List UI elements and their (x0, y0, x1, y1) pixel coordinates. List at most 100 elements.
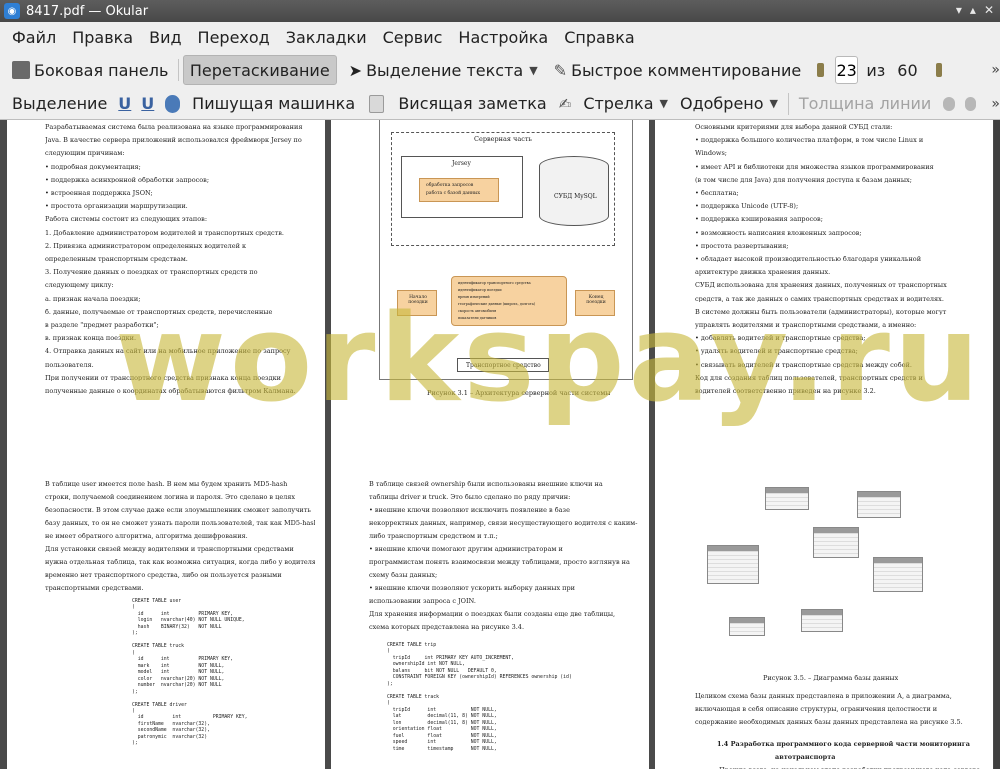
more-annotations-icon[interactable]: » (991, 96, 1000, 112)
text-selection-button[interactable]: ➤ Выделение текста ▼ (343, 55, 544, 85)
page-23: CREATE TABLE user ( id int PRIMARY KEY, … (7, 453, 325, 769)
chevron-down-icon[interactable]: ▼ (529, 64, 537, 77)
text-line: архитектуре движка хранения данных. (695, 269, 831, 276)
text-line: водителей соответственно приведен на рис… (695, 388, 876, 395)
db-table-box (707, 545, 759, 584)
text-line: Java. В качестве сервера приложений испо… (45, 137, 302, 144)
sql-code-trip-track: CREATE TABLE trip ( tripId int PRIMARY K… (387, 643, 572, 752)
text-line: таблицы driver и truck. Это было сделано… (369, 494, 571, 501)
text-line: • простота организации маршрутизации. (45, 203, 188, 210)
text-line: Работа системы состоит из следующих этап… (45, 216, 208, 223)
arrow-tool-icon[interactable]: ✍ (559, 95, 572, 113)
text-line: Для установки связей между водителями и … (45, 546, 294, 553)
drag-mode-label: Перетаскивание (189, 60, 330, 80)
text-line: полученные данные о координатах обрабаты… (45, 388, 296, 395)
maximize-icon[interactable]: ▴ (970, 3, 976, 17)
stamp-label: Одобрено (679, 94, 764, 113)
vehicle-label: Транспортное средство (466, 362, 541, 369)
db-table-row (814, 553, 858, 557)
highlight-button[interactable]: Выделение (6, 89, 113, 119)
page-number-input[interactable]: 23 (834, 56, 859, 84)
text-line: в. признак конца поездки. (45, 335, 137, 342)
text-line: В системе должны быть пользователи (адми… (695, 308, 947, 316)
text-line: следующим причинам: (45, 150, 125, 157)
pen-icon: ✎ (553, 60, 568, 80)
text-line: • внешние ключи позволяют ускорить выбор… (369, 585, 576, 592)
text-line: программистам понять взаимосвязи между т… (369, 559, 630, 566)
vertical-scrollbar[interactable] (994, 120, 1000, 769)
text-line: 3. Получение данных о поездках от трансп… (45, 269, 258, 276)
color-icon[interactable] (943, 96, 955, 111)
menu-bookmarks[interactable]: Закладки (278, 28, 375, 47)
document-view[interactable]: Разрабатываемая система была реализована… (0, 120, 1000, 769)
text-line: При получении от транспортного средства … (45, 374, 281, 382)
underline-icon[interactable]: U (118, 94, 131, 113)
text-line: • удалять водителей и транспортные средс… (695, 348, 858, 355)
menu-edit[interactable]: Правка (64, 28, 141, 47)
squiggly-underline-icon[interactable]: U (141, 94, 154, 113)
db-table-box (857, 491, 901, 518)
db-table-row (730, 631, 764, 635)
end-trip-label: Конец поездки (586, 295, 606, 305)
figure-3-1-caption: Рисунок 3.1 – Архитектура серверной част… (427, 390, 611, 397)
trip-data-item-2: идентификатор поездки (458, 288, 502, 292)
mysql-label: СУБД MySQL (554, 193, 597, 200)
sql-code-user-truck-driver: CREATE TABLE user ( id int PRIMARY KEY, … (132, 599, 248, 747)
text-line: Код для создания таблиц пользователей, т… (695, 374, 923, 382)
stamp-dropdown-icon[interactable]: ▼ (770, 97, 778, 110)
menu-view[interactable]: Вид (141, 28, 189, 47)
db-table-row (802, 627, 842, 631)
text-line: • возможность написания вложенных запрос… (695, 229, 862, 237)
section-heading-cont: автотранспорта (775, 754, 836, 761)
next-page-icon[interactable] (935, 63, 943, 77)
of-pages-label: из (866, 60, 886, 80)
arrow-dropdown-icon[interactable]: ▼ (660, 97, 668, 110)
opacity-icon[interactable] (964, 96, 977, 111)
more-options-icon[interactable]: » (991, 62, 1000, 78)
text-line: • поддержка большого количества платформ… (695, 137, 924, 144)
text-line: строки, получаемой соединением логина и … (45, 494, 296, 501)
start-trip-label: Начало поездки (408, 295, 428, 305)
text-line: не имеет обратного алгоритма, алгоритма … (45, 533, 248, 540)
trip-data-item-5: скорость автомобиля (458, 309, 497, 313)
menu-help[interactable]: Справка (556, 28, 643, 47)
note-icon[interactable] (369, 94, 385, 113)
okular-app-icon: ◉ (4, 3, 20, 19)
sticky-note-button[interactable]: Висящая заметка (392, 89, 552, 119)
line-width-button[interactable]: Толщина линии (793, 89, 938, 119)
text-line: Основными критериями для выбора данной С… (695, 124, 893, 131)
previous-page-icon[interactable] (817, 63, 824, 77)
quick-comment-button[interactable]: ✎ Быстрое комментирование (548, 55, 808, 85)
sidebar-button[interactable]: Боковая панель (6, 55, 174, 85)
stamp-button[interactable]: Одобрено ▼ (674, 89, 784, 119)
strikeout-icon[interactable] (165, 94, 181, 113)
arrow-button[interactable]: Стрелка ▼ (577, 89, 674, 119)
menu-settings[interactable]: Настройка (450, 28, 556, 47)
db-table-box (729, 617, 765, 636)
server-part-label: Серверная часть (474, 135, 532, 143)
sidebar-icon (12, 61, 30, 79)
drag-mode-button[interactable]: Перетаскивание (182, 55, 337, 85)
trip-data-item-1: идентификатор транспортного средства (458, 281, 531, 285)
text-line: • бесплатна; (695, 190, 739, 197)
text-line: (в том числе для Java) для получения дос… (695, 176, 912, 184)
text-line: включающая в себя описание структуры, ог… (695, 706, 938, 713)
typewriter-button[interactable]: Пишущая машинка (186, 89, 361, 119)
total-pages-label: 60 (897, 60, 918, 80)
mysql-cylinder: СУБД MySQL (539, 156, 609, 226)
minimize-icon[interactable]: ▾ (956, 3, 962, 17)
menu-go[interactable]: Переход (190, 28, 278, 47)
menu-file[interactable]: Файл (4, 28, 64, 47)
window-controls: ▾ ▴ ✕ (956, 3, 994, 17)
menu-tools[interactable]: Сервис (375, 28, 451, 47)
jersey-tasks-box: обработка запросов работа с базой данных (419, 178, 499, 202)
title-bar: ◉ 8417.pdf — Okular ▾ ▴ ✕ (0, 0, 1000, 22)
text-line: 1. Добавление администратором водителей … (45, 229, 284, 237)
db-table-row (874, 587, 922, 591)
text-line: пользователя. (45, 361, 94, 369)
text-line: безопасности. В этом случае даже если зл… (45, 507, 311, 514)
close-icon[interactable]: ✕ (984, 3, 994, 17)
text-line: • простота развертывания; (695, 242, 789, 250)
window-title: 8417.pdf — Okular (26, 3, 149, 19)
db-table-box (801, 609, 843, 632)
